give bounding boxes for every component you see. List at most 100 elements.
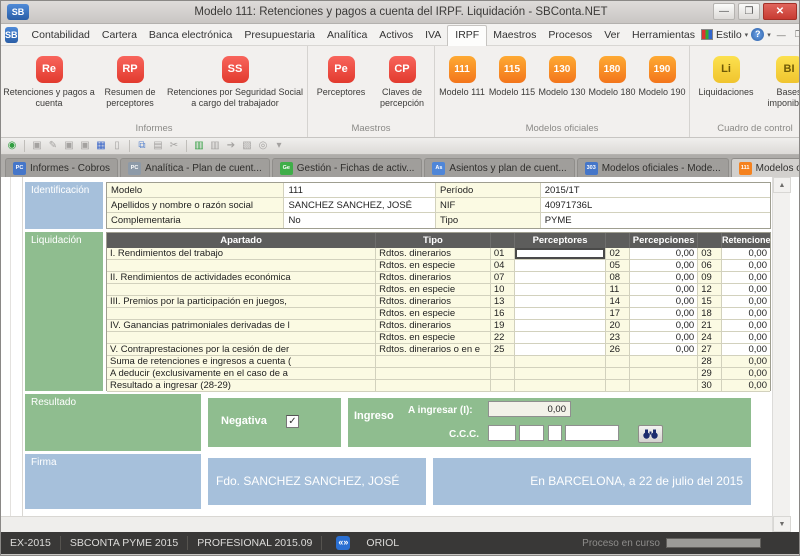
menu-item-analitica[interactable]: Analítica bbox=[321, 26, 373, 44]
window-close-button[interactable]: ✕ bbox=[763, 3, 797, 20]
tab-asientos-plan-de-cuentas[interactable]: As Asientos y plan de cuent... bbox=[424, 158, 574, 177]
paste-icon[interactable]: ▤ bbox=[151, 139, 165, 153]
claves-percepcion-button[interactable]: CP Claves de percepción bbox=[372, 50, 432, 109]
menu-item-herramientas[interactable]: Herramientas bbox=[626, 26, 701, 44]
cell-perceptores[interactable] bbox=[515, 320, 607, 332]
resumen-perceptores-button[interactable]: RP Resumen de perceptores bbox=[95, 50, 165, 109]
chevron-down-icon[interactable]: ▾ bbox=[767, 31, 771, 39]
perceptores-button[interactable]: Pe Perceptores bbox=[310, 50, 372, 109]
export-icon[interactable]: ➔ bbox=[224, 139, 238, 153]
negativa-checkbox[interactable]: ✓ bbox=[286, 415, 299, 428]
scroll-down-icon[interactable]: ▼ bbox=[773, 516, 791, 532]
cell-percepciones[interactable]: 0,00 bbox=[630, 260, 698, 272]
cell-retenciones[interactable]: 0,00 bbox=[722, 344, 770, 356]
modelo-130-button[interactable]: 130 Modelo 130 bbox=[537, 50, 587, 98]
tab-modelos-oficiales-303[interactable]: 303 Modelos oficiales - Mode... bbox=[577, 158, 729, 177]
cell-percepciones[interactable]: 0,00 bbox=[630, 296, 698, 308]
tab-gestion-fichas-de-activos[interactable]: Ge Gestión - Fichas de activ... bbox=[272, 158, 423, 177]
ccc-field-4[interactable] bbox=[565, 425, 619, 441]
field-value-nif[interactable]: 40971736L bbox=[541, 198, 770, 213]
cell-percepciones[interactable]: 0,00 bbox=[630, 272, 698, 284]
cell-perceptores[interactable] bbox=[515, 272, 607, 284]
cell-perceptores bbox=[515, 380, 607, 392]
tab-informes-cobros[interactable]: PC Informes - Cobros bbox=[5, 158, 118, 177]
a-ingresar-input[interactable] bbox=[488, 401, 571, 417]
ccc-search-button[interactable] bbox=[638, 425, 663, 443]
window-maximize-button[interactable]: ❐ bbox=[738, 3, 760, 20]
cell-retenciones[interactable]: 0,00 bbox=[722, 248, 770, 260]
cell-retenciones[interactable]: 0,00 bbox=[722, 296, 770, 308]
cell-retenciones[interactable]: 0,00 bbox=[722, 272, 770, 284]
retenciones-pagos-button[interactable]: Re Retenciones y pagos a cuenta bbox=[3, 50, 95, 109]
field-value-tipo[interactable]: PYME bbox=[541, 213, 770, 228]
scroll-up-icon[interactable]: ▲ bbox=[773, 177, 791, 193]
vertical-scrollbar[interactable]: ▲ ▼ bbox=[772, 177, 790, 532]
modelo-190-button[interactable]: 190 Modelo 190 bbox=[637, 50, 687, 98]
cell-retenciones[interactable]: 0,00 bbox=[722, 332, 770, 344]
move-icon[interactable]: ▣ bbox=[78, 139, 92, 153]
more-options-icon[interactable]: ▾ bbox=[272, 139, 286, 153]
menu-item-maestros[interactable]: Maestros bbox=[487, 26, 542, 44]
chevron-down-icon[interactable]: ▾ bbox=[745, 31, 749, 39]
delete-icon[interactable]: ▣ bbox=[62, 139, 76, 153]
bases-imponibles-button[interactable]: BI Bases imponibles bbox=[760, 50, 800, 109]
cell-perceptores[interactable] bbox=[515, 332, 607, 344]
ccc-field-2[interactable] bbox=[519, 425, 544, 441]
modelo-111-button[interactable]: 111 Modelo 111 bbox=[437, 50, 487, 98]
new-document-icon[interactable]: ▯ bbox=[110, 139, 124, 153]
cell-percepciones[interactable]: 0,00 bbox=[630, 248, 698, 260]
field-value-modelo[interactable]: 111 bbox=[284, 183, 436, 198]
back-icon[interactable]: ◉ bbox=[5, 139, 19, 153]
field-value-complementaria[interactable]: No bbox=[284, 213, 436, 228]
window-minimize-button[interactable]: — bbox=[713, 3, 735, 20]
grid-view-icon[interactable]: ▧ bbox=[240, 139, 254, 153]
copy-icon[interactable]: ⧉ bbox=[135, 139, 149, 153]
cut-icon[interactable]: ✂ bbox=[167, 139, 181, 153]
cell-perceptores[interactable] bbox=[515, 308, 607, 320]
tab-analitica-plan-de-cuentas[interactable]: PC Analítica - Plan de cuent... bbox=[120, 158, 270, 177]
cell-perceptores[interactable] bbox=[515, 344, 607, 356]
save-icon[interactable]: ▦ bbox=[94, 139, 108, 153]
app-menu-button[interactable]: SB ▾ bbox=[5, 27, 18, 43]
field-value-apellidos[interactable]: SANCHEZ SANCHEZ, JOSÉ bbox=[284, 198, 436, 213]
menu-item-presupuestaria[interactable]: Presupuestaria bbox=[238, 26, 321, 44]
tab-modelos-oficiales-111-active[interactable]: 111 Modelos oficiales - Mo... x bbox=[731, 158, 800, 177]
field-value-periodo[interactable]: 2015/1T bbox=[541, 183, 770, 198]
cell-percepciones[interactable]: 0,00 bbox=[630, 344, 698, 356]
cell-retenciones[interactable]: 0,00 bbox=[722, 284, 770, 296]
modelo-180-button[interactable]: 180 Modelo 180 bbox=[587, 50, 637, 98]
retenciones-seguridad-social-button[interactable]: SS Retenciones por Seguridad Social a ca… bbox=[165, 50, 305, 109]
menu-item-banca-electronica[interactable]: Banca electrónica bbox=[143, 26, 238, 44]
edit-icon[interactable]: ✎ bbox=[46, 139, 60, 153]
cell-percepciones[interactable]: 0,00 bbox=[630, 284, 698, 296]
estilo-menu[interactable]: Estilo bbox=[716, 29, 742, 41]
menu-item-irpf-active[interactable]: IRPF bbox=[447, 25, 487, 46]
cell-percepciones[interactable]: 0,00 bbox=[630, 320, 698, 332]
menu-item-activos[interactable]: Activos bbox=[373, 26, 419, 44]
pane-restore-icon[interactable]: ❐ bbox=[792, 29, 800, 40]
cell-perceptores[interactable] bbox=[515, 296, 607, 308]
cell-perceptores-focused[interactable] bbox=[515, 248, 607, 260]
cell-percepciones[interactable]: 0,00 bbox=[630, 308, 698, 320]
liquidaciones-button[interactable]: Li Liquidaciones bbox=[692, 50, 760, 109]
menu-item-ver[interactable]: Ver bbox=[598, 26, 626, 44]
cell-perceptores[interactable] bbox=[515, 260, 607, 272]
search-icon[interactable]: ◎ bbox=[256, 139, 270, 153]
menu-item-procesos[interactable]: Procesos bbox=[542, 26, 598, 44]
menu-item-contabilidad[interactable]: Contabilidad bbox=[26, 26, 96, 44]
help-icon[interactable]: ? bbox=[751, 28, 764, 41]
ccc-field-3[interactable] bbox=[548, 425, 562, 441]
print-icon[interactable]: ▥ bbox=[192, 139, 206, 153]
print-preview-icon[interactable]: ▥ bbox=[208, 139, 222, 153]
pane-minimize-icon[interactable]: — bbox=[774, 30, 789, 40]
modelo-115-button[interactable]: 115 Modelo 115 bbox=[487, 50, 537, 98]
cell-retenciones[interactable]: 0,00 bbox=[722, 308, 770, 320]
cell-percepciones[interactable]: 0,00 bbox=[630, 332, 698, 344]
menu-item-iva[interactable]: IVA bbox=[419, 26, 447, 44]
cell-retenciones[interactable]: 0,00 bbox=[722, 320, 770, 332]
cell-retenciones[interactable]: 0,00 bbox=[722, 260, 770, 272]
menu-item-cartera[interactable]: Cartera bbox=[96, 26, 143, 44]
open-folder-icon[interactable]: ▣ bbox=[30, 139, 44, 153]
ccc-field-1[interactable] bbox=[488, 425, 516, 441]
cell-perceptores[interactable] bbox=[515, 284, 607, 296]
